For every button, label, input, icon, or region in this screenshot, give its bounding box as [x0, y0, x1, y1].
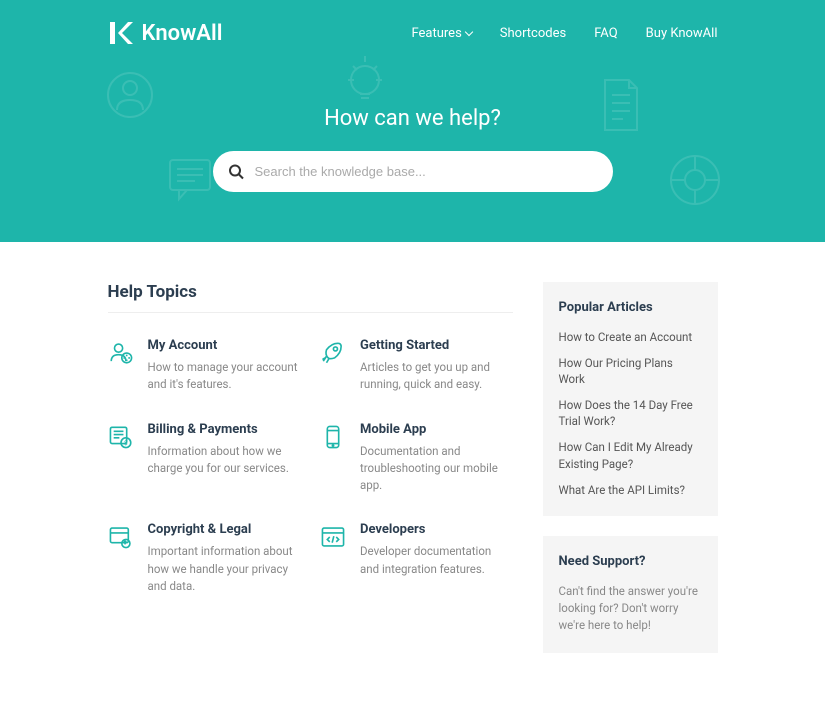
topic-desc: How to manage your account and it's feat…	[148, 359, 301, 394]
nav-faq[interactable]: FAQ	[594, 26, 617, 41]
nav-links: Features Shortcodes FAQ Buy KnowAll	[411, 26, 717, 41]
topics-grid: My Account How to manage your account an…	[108, 338, 513, 595]
topic-title: Billing & Payments	[148, 422, 301, 437]
popular-link[interactable]: How Our Pricing Plans Work	[559, 355, 702, 387]
billing-icon: $	[108, 424, 134, 450]
topic-title: Mobile App	[360, 422, 513, 437]
chevron-down-icon	[465, 27, 473, 35]
topic-desc: Developer documentation and integration …	[360, 543, 513, 578]
topic-desc: Articles to get you up and running, quic…	[360, 359, 513, 394]
topic-title: Developers	[360, 522, 513, 537]
topic-mobile[interactable]: Mobile App Documentation and troubleshoo…	[320, 422, 513, 495]
topic-developers[interactable]: Developers Developer documentation and i…	[320, 522, 513, 595]
nav-buy[interactable]: Buy KnowAll	[646, 26, 718, 41]
topic-getting-started[interactable]: Getting Started Articles to get you up a…	[320, 338, 513, 394]
deco-lifebuoy-icon	[665, 150, 725, 210]
rocket-icon	[320, 340, 346, 366]
popular-link[interactable]: How Can I Edit My Already Existing Page?	[559, 439, 702, 471]
popular-link[interactable]: What Are the API Limits?	[559, 482, 702, 498]
popular-link[interactable]: How Does the 14 Day Free Trial Work?	[559, 397, 702, 429]
popular-links: How to Create an Account How Our Pricing…	[559, 329, 702, 498]
brand-name: KnowAll	[142, 21, 223, 46]
topic-my-account[interactable]: My Account How to manage your account an…	[108, 338, 301, 394]
nav-features[interactable]: Features	[411, 26, 471, 41]
topics-heading: Help Topics	[108, 282, 513, 302]
topic-title: Getting Started	[360, 338, 513, 353]
search-input[interactable]	[213, 151, 613, 192]
top-nav: KnowAll Features Shortcodes FAQ Buy Know…	[108, 20, 718, 46]
deco-document-icon	[595, 75, 645, 135]
support-title: Need Support?	[559, 554, 702, 569]
mobile-icon	[320, 424, 346, 450]
svg-text:$: $	[124, 439, 128, 447]
topic-legal[interactable]: Copyright & Legal Important information …	[108, 522, 301, 595]
logo-icon	[108, 20, 134, 46]
main-content: Help Topics My Account How to manage you…	[0, 242, 825, 713]
hero-section: KnowAll Features Shortcodes FAQ Buy Know…	[0, 0, 825, 242]
popular-title: Popular Articles	[559, 300, 702, 315]
topic-title: My Account	[148, 338, 301, 353]
support-box: Need Support? Can't find the answer you'…	[543, 536, 718, 653]
support-text: Can't find the answer you're looking for…	[559, 583, 702, 635]
brand-logo[interactable]: KnowAll	[108, 20, 223, 46]
sidebar: Popular Articles How to Create an Accoun…	[543, 282, 718, 673]
topic-desc: Information about how we charge you for …	[148, 443, 301, 478]
popular-link[interactable]: How to Create an Account	[559, 329, 702, 345]
topic-billing[interactable]: $ Billing & Payments Information about h…	[108, 422, 301, 495]
deco-bulb-icon	[340, 50, 390, 110]
nav-shortcodes[interactable]: Shortcodes	[500, 26, 566, 41]
topic-desc: Important information about how we handl…	[148, 543, 301, 595]
legal-icon	[108, 524, 134, 550]
topics-column: Help Topics My Account How to manage you…	[108, 282, 513, 673]
search-wrap	[213, 151, 613, 192]
topic-title: Copyright & Legal	[148, 522, 301, 537]
deco-user-icon	[105, 70, 155, 120]
code-icon	[320, 524, 346, 550]
search-icon	[229, 164, 244, 179]
popular-articles-box: Popular Articles How to Create an Accoun…	[543, 282, 718, 516]
account-icon	[108, 340, 134, 366]
divider	[108, 312, 513, 313]
topic-desc: Documentation and troubleshooting our mo…	[360, 443, 513, 495]
